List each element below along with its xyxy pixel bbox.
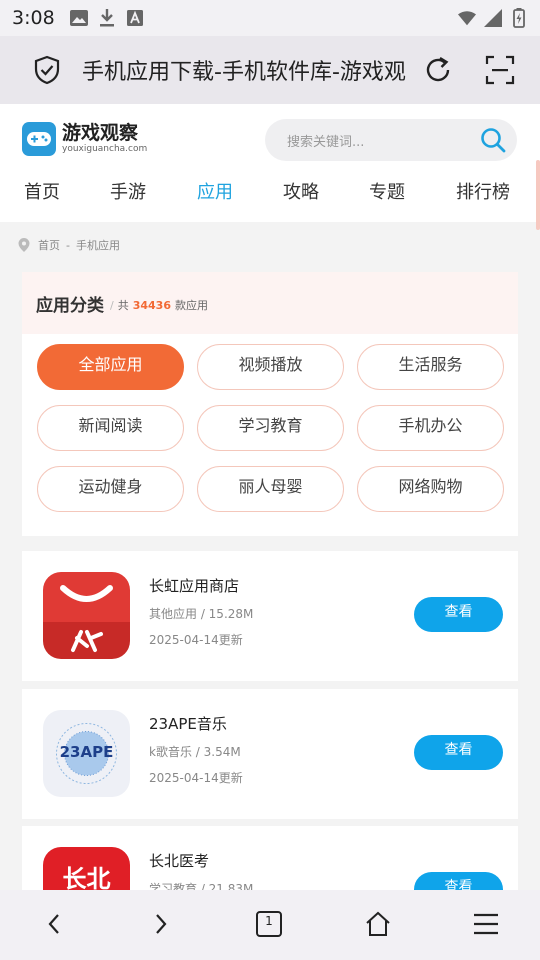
category-mother-baby[interactable]: 丽人母婴	[197, 466, 344, 512]
app-date: 2025-04-14更新	[149, 771, 243, 785]
app-name[interactable]: 23APE音乐	[149, 713, 227, 734]
breadcrumb-separator: -	[66, 238, 70, 252]
category-life[interactable]: 生活服务	[357, 344, 504, 390]
search-placeholder: 搜索关键词...	[287, 134, 365, 150]
scroll-indicator	[536, 160, 540, 230]
tab-count: 1	[265, 914, 273, 928]
scan-button[interactable]	[480, 50, 520, 90]
app-meta: 其他应用 / 15.28M	[149, 607, 254, 621]
web-page: 游戏观察 youxiguancha.com 搜索关键词... 首页 手游 应用 …	[0, 104, 540, 890]
app-icon-changhong[interactable]	[43, 572, 130, 659]
tabs-button[interactable]: 1	[249, 904, 289, 944]
app-date: 2025-04-14更新	[149, 633, 243, 647]
breadcrumb-home[interactable]: 首页	[38, 237, 60, 253]
category-title: 应用分类	[36, 295, 104, 316]
app-list-item[interactable]: 长北 长北医考 学习教育 / 21.83M 查看	[22, 826, 518, 890]
category-video[interactable]: 视频播放	[197, 344, 344, 390]
forward-button[interactable]	[141, 904, 181, 944]
menu-button[interactable]	[466, 904, 506, 944]
app-icon-label: 长北	[62, 865, 111, 890]
nav-games[interactable]: 手游	[110, 178, 146, 204]
refresh-button[interactable]	[418, 50, 458, 90]
gamepad-icon	[22, 122, 56, 156]
page-title[interactable]: 手机应用下载-手机软件库-游戏观察	[82, 54, 406, 86]
wifi-icon	[458, 9, 476, 27]
category-shopping[interactable]: 网络购物	[357, 466, 504, 512]
category-news[interactable]: 新闻阅读	[37, 405, 184, 451]
app-name[interactable]: 长北医考	[149, 850, 209, 871]
shield-icon[interactable]	[32, 55, 62, 85]
main-nav: 首页 手游 应用 攻略 专题 排行榜	[0, 178, 540, 210]
nav-rankings[interactable]: 排行榜	[456, 178, 510, 204]
signal-icon	[484, 9, 502, 27]
view-button[interactable]: 查看	[414, 872, 503, 890]
location-pin-icon	[18, 238, 32, 252]
app-meta: k歌音乐 / 3.54M	[149, 745, 241, 759]
download-icon	[98, 9, 116, 27]
app-icon-23ape[interactable]: 23APE	[43, 710, 130, 797]
nav-topics[interactable]: 专题	[369, 178, 405, 204]
nav-home[interactable]: 首页	[24, 178, 60, 204]
status-bar: 3:08	[0, 0, 540, 36]
category-card: 应用分类 / 共 34436 款应用 全部应用 视频播放 生活服务 新闻阅读 学习教育…	[22, 272, 518, 536]
app-count: 34436	[132, 299, 171, 312]
category-fitness[interactable]: 运动健身	[37, 466, 184, 512]
search-input[interactable]: 搜索关键词...	[265, 119, 517, 161]
category-office[interactable]: 手机办公	[357, 405, 504, 451]
battery-icon	[510, 8, 528, 28]
app-icon-changbei[interactable]: 长北	[43, 847, 130, 890]
status-time: 3:08	[12, 7, 55, 29]
app-icon-label: 23APE	[59, 743, 114, 761]
view-button[interactable]: 查看	[414, 735, 503, 770]
browser-bottom-bar: 1	[0, 890, 540, 960]
site-header: 游戏观察 youxiguancha.com 搜索关键词... 首页 手游 应用 …	[0, 104, 540, 230]
app-list-item[interactable]: 23APE 23APE音乐 k歌音乐 / 3.54M 2025-04-14更新 …	[22, 689, 518, 819]
logo-domain: youxiguancha.com	[62, 144, 148, 154]
breadcrumb: 首页 - 手机应用	[18, 237, 120, 253]
home-button[interactable]	[358, 904, 398, 944]
view-button[interactable]: 查看	[414, 597, 503, 632]
image-icon	[70, 9, 88, 27]
breadcrumb-current[interactable]: 手机应用	[76, 237, 120, 253]
search-icon[interactable]	[477, 124, 509, 156]
address-bar: 手机应用下载-手机软件库-游戏观察	[0, 36, 540, 104]
app-list-item[interactable]: 长虹应用商店 其他应用 / 15.28M 2025-04-14更新 查看	[22, 551, 518, 681]
logo-text: 游戏观察	[62, 122, 139, 144]
app-meta: 学习教育 / 21.83M	[149, 882, 254, 890]
category-count: / 共 34436 款应用	[110, 299, 208, 312]
site-logo[interactable]: 游戏观察 youxiguancha.com	[22, 122, 147, 156]
category-all-apps[interactable]: 全部应用	[37, 344, 184, 390]
category-education[interactable]: 学习教育	[197, 405, 344, 451]
nav-apps[interactable]: 应用	[197, 178, 233, 204]
app-name[interactable]: 长虹应用商店	[149, 575, 239, 596]
nav-guides[interactable]: 攻略	[283, 178, 319, 204]
font-icon	[126, 9, 144, 27]
back-button[interactable]	[34, 904, 74, 944]
